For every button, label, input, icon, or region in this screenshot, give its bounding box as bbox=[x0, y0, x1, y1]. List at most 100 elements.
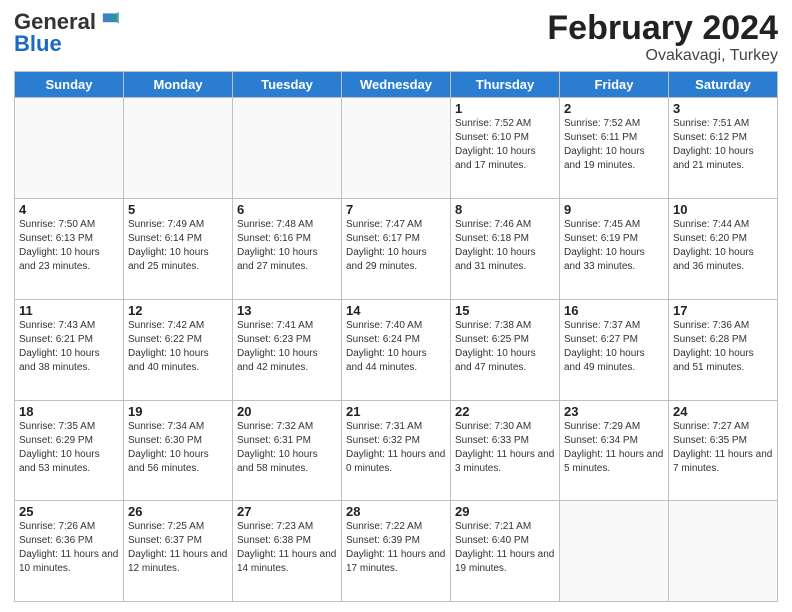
calendar-cell bbox=[233, 98, 342, 199]
calendar-cell: 3Sunrise: 7:51 AM Sunset: 6:12 PM Daylig… bbox=[669, 98, 778, 199]
day-number: 12 bbox=[128, 303, 228, 318]
day-header-sunday: Sunday bbox=[15, 72, 124, 98]
day-number: 27 bbox=[237, 504, 337, 519]
week-row-4: 18Sunrise: 7:35 AM Sunset: 6:29 PM Dayli… bbox=[15, 400, 778, 501]
day-info: Sunrise: 7:38 AM Sunset: 6:25 PM Dayligh… bbox=[455, 319, 555, 375]
calendar-cell: 29Sunrise: 7:21 AM Sunset: 6:40 PM Dayli… bbox=[451, 501, 560, 602]
day-number: 25 bbox=[19, 504, 119, 519]
day-info: Sunrise: 7:43 AM Sunset: 6:21 PM Dayligh… bbox=[19, 319, 119, 375]
calendar-cell: 5Sunrise: 7:49 AM Sunset: 6:14 PM Daylig… bbox=[124, 199, 233, 300]
day-header-tuesday: Tuesday bbox=[233, 72, 342, 98]
day-info: Sunrise: 7:36 AM Sunset: 6:28 PM Dayligh… bbox=[673, 319, 773, 375]
day-info: Sunrise: 7:41 AM Sunset: 6:23 PM Dayligh… bbox=[237, 319, 337, 375]
calendar-cell: 16Sunrise: 7:37 AM Sunset: 6:27 PM Dayli… bbox=[560, 299, 669, 400]
day-number: 10 bbox=[673, 202, 773, 217]
day-header-monday: Monday bbox=[124, 72, 233, 98]
day-number: 19 bbox=[128, 404, 228, 419]
logo-blue-text: Blue bbox=[14, 32, 62, 56]
day-number: 18 bbox=[19, 404, 119, 419]
day-number: 16 bbox=[564, 303, 664, 318]
week-row-1: 1Sunrise: 7:52 AM Sunset: 6:10 PM Daylig… bbox=[15, 98, 778, 199]
day-number: 1 bbox=[455, 101, 555, 116]
day-number: 6 bbox=[237, 202, 337, 217]
calendar-cell: 13Sunrise: 7:41 AM Sunset: 6:23 PM Dayli… bbox=[233, 299, 342, 400]
calendar-cell bbox=[124, 98, 233, 199]
day-number: 15 bbox=[455, 303, 555, 318]
calendar-cell: 7Sunrise: 7:47 AM Sunset: 6:17 PM Daylig… bbox=[342, 199, 451, 300]
calendar-cell: 8Sunrise: 7:46 AM Sunset: 6:18 PM Daylig… bbox=[451, 199, 560, 300]
calendar-cell bbox=[15, 98, 124, 199]
day-header-wednesday: Wednesday bbox=[342, 72, 451, 98]
day-info: Sunrise: 7:52 AM Sunset: 6:10 PM Dayligh… bbox=[455, 117, 555, 173]
day-number: 21 bbox=[346, 404, 446, 419]
calendar-title: February 2024 bbox=[547, 10, 778, 47]
calendar-cell: 10Sunrise: 7:44 AM Sunset: 6:20 PM Dayli… bbox=[669, 199, 778, 300]
calendar-cell: 19Sunrise: 7:34 AM Sunset: 6:30 PM Dayli… bbox=[124, 400, 233, 501]
calendar-subtitle: Ovakavagi, Turkey bbox=[547, 47, 778, 65]
day-number: 8 bbox=[455, 202, 555, 217]
day-info: Sunrise: 7:32 AM Sunset: 6:31 PM Dayligh… bbox=[237, 420, 337, 476]
day-info: Sunrise: 7:47 AM Sunset: 6:17 PM Dayligh… bbox=[346, 218, 446, 274]
calendar-cell: 1Sunrise: 7:52 AM Sunset: 6:10 PM Daylig… bbox=[451, 98, 560, 199]
calendar-cell: 12Sunrise: 7:42 AM Sunset: 6:22 PM Dayli… bbox=[124, 299, 233, 400]
day-info: Sunrise: 7:21 AM Sunset: 6:40 PM Dayligh… bbox=[455, 520, 555, 576]
week-row-2: 4Sunrise: 7:50 AM Sunset: 6:13 PM Daylig… bbox=[15, 199, 778, 300]
calendar-cell: 9Sunrise: 7:45 AM Sunset: 6:19 PM Daylig… bbox=[560, 199, 669, 300]
day-info: Sunrise: 7:51 AM Sunset: 6:12 PM Dayligh… bbox=[673, 117, 773, 173]
day-info: Sunrise: 7:25 AM Sunset: 6:37 PM Dayligh… bbox=[128, 520, 228, 576]
day-number: 13 bbox=[237, 303, 337, 318]
calendar-cell: 24Sunrise: 7:27 AM Sunset: 6:35 PM Dayli… bbox=[669, 400, 778, 501]
calendar-cell: 14Sunrise: 7:40 AM Sunset: 6:24 PM Dayli… bbox=[342, 299, 451, 400]
week-row-3: 11Sunrise: 7:43 AM Sunset: 6:21 PM Dayli… bbox=[15, 299, 778, 400]
calendar-cell: 22Sunrise: 7:30 AM Sunset: 6:33 PM Dayli… bbox=[451, 400, 560, 501]
calendar-cell: 2Sunrise: 7:52 AM Sunset: 6:11 PM Daylig… bbox=[560, 98, 669, 199]
header: General Blue February 2024 Ovakavagi, Tu… bbox=[14, 10, 778, 65]
day-number: 4 bbox=[19, 202, 119, 217]
day-info: Sunrise: 7:31 AM Sunset: 6:32 PM Dayligh… bbox=[346, 420, 446, 476]
day-info: Sunrise: 7:23 AM Sunset: 6:38 PM Dayligh… bbox=[237, 520, 337, 576]
day-number: 2 bbox=[564, 101, 664, 116]
page: General Blue February 2024 Ovakavagi, Tu… bbox=[0, 0, 792, 612]
day-info: Sunrise: 7:46 AM Sunset: 6:18 PM Dayligh… bbox=[455, 218, 555, 274]
calendar-cell: 4Sunrise: 7:50 AM Sunset: 6:13 PM Daylig… bbox=[15, 199, 124, 300]
day-info: Sunrise: 7:52 AM Sunset: 6:11 PM Dayligh… bbox=[564, 117, 664, 173]
calendar-cell: 25Sunrise: 7:26 AM Sunset: 6:36 PM Dayli… bbox=[15, 501, 124, 602]
header-row: SundayMondayTuesdayWednesdayThursdayFrid… bbox=[15, 72, 778, 98]
day-info: Sunrise: 7:26 AM Sunset: 6:36 PM Dayligh… bbox=[19, 520, 119, 576]
day-info: Sunrise: 7:35 AM Sunset: 6:29 PM Dayligh… bbox=[19, 420, 119, 476]
day-number: 29 bbox=[455, 504, 555, 519]
day-number: 11 bbox=[19, 303, 119, 318]
day-number: 7 bbox=[346, 202, 446, 217]
day-number: 28 bbox=[346, 504, 446, 519]
day-info: Sunrise: 7:29 AM Sunset: 6:34 PM Dayligh… bbox=[564, 420, 664, 476]
week-row-5: 25Sunrise: 7:26 AM Sunset: 6:36 PM Dayli… bbox=[15, 501, 778, 602]
calendar-cell bbox=[560, 501, 669, 602]
day-number: 24 bbox=[673, 404, 773, 419]
calendar-cell: 21Sunrise: 7:31 AM Sunset: 6:32 PM Dayli… bbox=[342, 400, 451, 501]
calendar-cell: 27Sunrise: 7:23 AM Sunset: 6:38 PM Dayli… bbox=[233, 501, 342, 602]
day-number: 23 bbox=[564, 404, 664, 419]
calendar-cell bbox=[669, 501, 778, 602]
calendar-cell: 26Sunrise: 7:25 AM Sunset: 6:37 PM Dayli… bbox=[124, 501, 233, 602]
calendar-table: SundayMondayTuesdayWednesdayThursdayFrid… bbox=[14, 71, 778, 602]
day-info: Sunrise: 7:34 AM Sunset: 6:30 PM Dayligh… bbox=[128, 420, 228, 476]
day-number: 20 bbox=[237, 404, 337, 419]
day-number: 26 bbox=[128, 504, 228, 519]
calendar-cell: 15Sunrise: 7:38 AM Sunset: 6:25 PM Dayli… bbox=[451, 299, 560, 400]
calendar-cell: 28Sunrise: 7:22 AM Sunset: 6:39 PM Dayli… bbox=[342, 501, 451, 602]
calendar-cell bbox=[342, 98, 451, 199]
day-number: 14 bbox=[346, 303, 446, 318]
day-info: Sunrise: 7:48 AM Sunset: 6:16 PM Dayligh… bbox=[237, 218, 337, 274]
calendar-cell: 17Sunrise: 7:36 AM Sunset: 6:28 PM Dayli… bbox=[669, 299, 778, 400]
day-info: Sunrise: 7:22 AM Sunset: 6:39 PM Dayligh… bbox=[346, 520, 446, 576]
calendar-cell: 20Sunrise: 7:32 AM Sunset: 6:31 PM Dayli… bbox=[233, 400, 342, 501]
day-number: 3 bbox=[673, 101, 773, 116]
day-info: Sunrise: 7:37 AM Sunset: 6:27 PM Dayligh… bbox=[564, 319, 664, 375]
calendar-cell: 6Sunrise: 7:48 AM Sunset: 6:16 PM Daylig… bbox=[233, 199, 342, 300]
day-info: Sunrise: 7:42 AM Sunset: 6:22 PM Dayligh… bbox=[128, 319, 228, 375]
day-header-thursday: Thursday bbox=[451, 72, 560, 98]
day-info: Sunrise: 7:40 AM Sunset: 6:24 PM Dayligh… bbox=[346, 319, 446, 375]
day-info: Sunrise: 7:27 AM Sunset: 6:35 PM Dayligh… bbox=[673, 420, 773, 476]
title-block: February 2024 Ovakavagi, Turkey bbox=[547, 10, 778, 65]
day-number: 5 bbox=[128, 202, 228, 217]
